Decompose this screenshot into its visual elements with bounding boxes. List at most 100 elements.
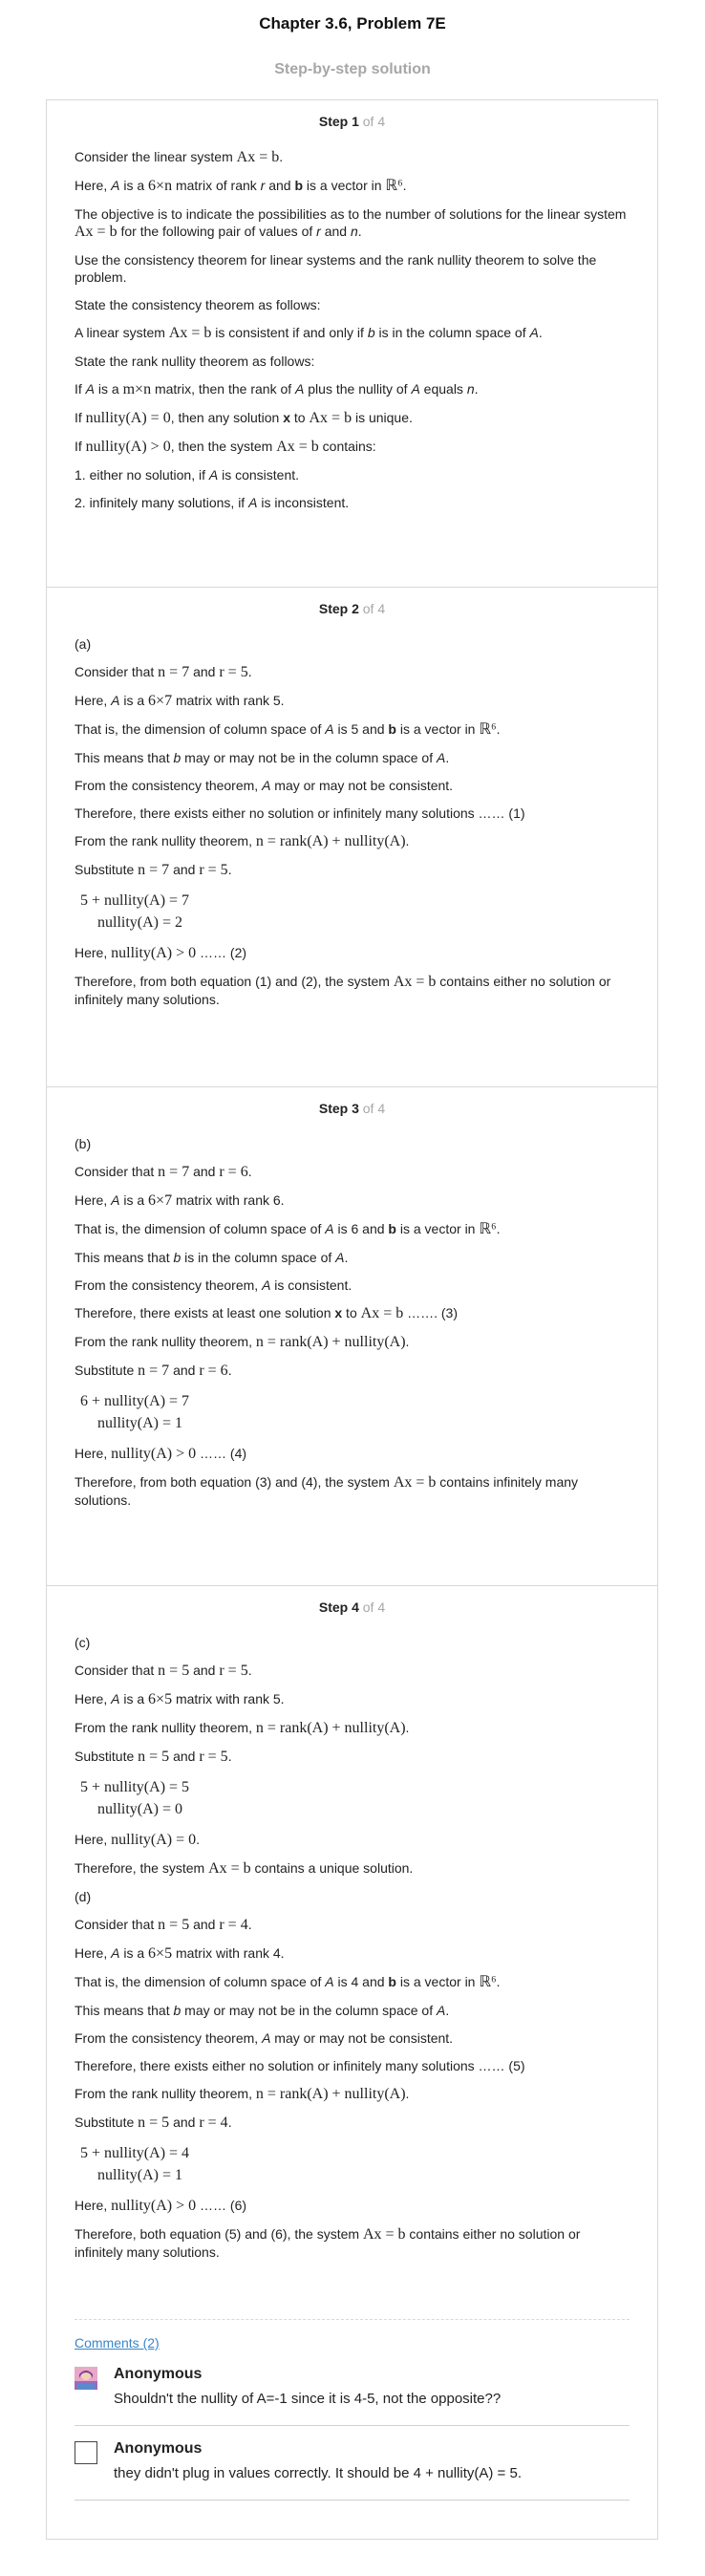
math-expression: n = rank(A) + nullity(A) [255, 833, 406, 849]
text-segment: and [189, 1917, 220, 1932]
text-segment: Consider the linear system [75, 149, 237, 164]
text-segment: contains a unique solution. [250, 1860, 414, 1876]
text-segment: This means that [75, 1250, 174, 1265]
step-2: Step 2 of 4 (a) Consider that n = 7 and r… [47, 588, 657, 1087]
text-segment: is a vector in [303, 178, 386, 193]
text-segment: Here, [75, 1691, 112, 1707]
text-segment: is 4 and [333, 1974, 389, 1989]
math-expression: Ax = b [168, 325, 212, 341]
avatar-image-icon[interactable] [75, 2367, 97, 2390]
math-expression: n = 5 [158, 1663, 190, 1679]
solution-line: Consider that n = 5 and r = 5. [75, 1662, 630, 1680]
solution-line: Here, nullity(A) > 0 …… (4) [75, 1445, 630, 1463]
text-segment: From the consistency theorem, [75, 1277, 263, 1293]
text-segment: is a [119, 1192, 149, 1208]
math-expression: r = 5 [219, 664, 248, 680]
text-segment: . [445, 2003, 450, 2018]
solution-line: (a) [75, 635, 630, 653]
solution-line: If A is a m×n matrix, then the rank of A… [75, 380, 630, 398]
text-segment: contains: [318, 439, 376, 454]
solution-line: If nullity(A) > 0, then the system Ax = … [75, 438, 630, 456]
equation-line: nullity(A) = 0 [97, 1801, 183, 1817]
text-segment: plus the nullity of [304, 381, 412, 397]
text-segment: and [320, 224, 351, 239]
solution-line: Here, A is a 6×7 matrix with rank 6. [75, 1191, 630, 1210]
italic-symbol: A [529, 325, 539, 340]
text-segment: to [342, 1305, 361, 1320]
solution-line: From the consistency theorem, A may or m… [75, 777, 630, 794]
bold-symbol: b [294, 178, 304, 193]
text-segment: Substitute [75, 2114, 139, 2130]
text-segment: State the consistency theorem as follows… [75, 297, 321, 312]
text-segment: and [265, 178, 295, 193]
text-segment: is a [119, 1945, 149, 1961]
text-segment: If [75, 439, 86, 454]
text-segment: (d) [75, 1889, 92, 1904]
text-segment: . [227, 1749, 232, 1764]
solution-line: Substitute n = 7 and r = 5. [75, 861, 630, 879]
text-segment: . [357, 224, 362, 239]
italic-symbol: A [335, 1250, 345, 1265]
step-body: (a) Consider that n = 7 and r = 5. Here, A… [47, 618, 657, 1008]
text-segment: and [169, 1749, 200, 1764]
bold-symbol: b [388, 721, 396, 737]
step-count: of 4 [362, 601, 386, 616]
solution-line: State the consistency theorem as follows… [75, 296, 630, 313]
text-segment: is a vector in [395, 1221, 480, 1236]
step-4: Step 4 of 4 (c) Consider that n = 5 and r… [47, 1586, 657, 2317]
bold-symbol: x [283, 410, 291, 425]
text-segment: matrix of rank [172, 178, 261, 193]
comment-text: they didn't plug in values correctly. It… [114, 2465, 522, 2481]
math-expression: n = 7 [138, 1363, 170, 1379]
text-segment: From the consistency theorem, [75, 2030, 263, 2046]
comment-item: Anonymous Shouldn't the nullity of A=-1 … [75, 2351, 630, 2426]
solution-line: Here, A is a 6×5 matrix with rank 4. [75, 1944, 630, 1963]
avatar-placeholder-icon[interactable] [75, 2441, 97, 2464]
solution-line: Therefore, from both equation (1) and (2… [75, 973, 630, 1008]
text-segment: is a vector in [395, 721, 480, 737]
math-expression: 6×n [148, 178, 173, 194]
text-segment: is consistent. [270, 1277, 352, 1293]
math-expression: m×n [122, 381, 152, 397]
text-segment: From the rank nullity theorem, [75, 2086, 256, 2101]
text-segment: . [247, 1917, 252, 1932]
solution-line: From the consistency theorem, A is consi… [75, 1277, 630, 1294]
bold-symbol: x [334, 1305, 343, 1320]
solution-line: Use the consistency theorem for linear s… [75, 251, 630, 286]
text-segment: Therefore, the system [75, 1860, 209, 1876]
text-segment: From the rank nullity theorem, [75, 1334, 256, 1349]
math-expression: n = rank(A) + nullity(A) [255, 1334, 406, 1350]
text-segment: . [247, 1663, 252, 1678]
text-segment: (a) [75, 636, 92, 652]
text-segment: is 6 and [333, 1221, 389, 1236]
math-expression: 6×5 [148, 1691, 173, 1707]
solution-line: Consider that n = 5 and r = 4. [75, 1916, 630, 1934]
step-header: Step 2 of 4 [47, 599, 657, 618]
comments-divider [75, 2319, 630, 2320]
text-segment: . [227, 2114, 232, 2130]
math-expression: 6×5 [148, 1945, 173, 1962]
step-count: of 4 [362, 1101, 386, 1116]
text-segment: is 5 and [333, 721, 389, 737]
text-segment: and [189, 1663, 220, 1678]
step-header: Step 4 of 4 [47, 1598, 657, 1617]
text-segment: Substitute [75, 1363, 139, 1378]
solution-line: Here, A is a 6×5 matrix with rank 5. [75, 1690, 630, 1708]
math-expression: n = 7 [158, 1164, 190, 1180]
text-segment: The objective is to indicate the possibi… [75, 206, 627, 222]
text-segment: …… (4) [196, 1446, 247, 1461]
step-body: (b) Consider that n = 7 and r = 6. Here, A… [47, 1118, 657, 1509]
text-segment: for the following pair of values of [117, 224, 317, 239]
text-segment: is inconsistent. [257, 495, 350, 510]
text-segment: Here, [75, 1446, 112, 1461]
text-segment: A linear system [75, 325, 169, 340]
text-segment: Therefore, from both equation (3) and (4… [75, 1474, 394, 1490]
math-expression: 6×7 [148, 1192, 173, 1209]
equation-block: 5 + nullity(A) = 7 nullity(A) = 2 [75, 890, 630, 934]
solution-line: Consider that n = 7 and r = 6. [75, 1163, 630, 1181]
text-segment: Consider that [75, 1663, 159, 1678]
text-segment: That is, the dimension of column space o… [75, 1974, 326, 1989]
text-segment: . [496, 1221, 501, 1236]
math-expression: Ax = b [276, 439, 319, 455]
comments-link[interactable]: Comments (2) [75, 2334, 630, 2351]
